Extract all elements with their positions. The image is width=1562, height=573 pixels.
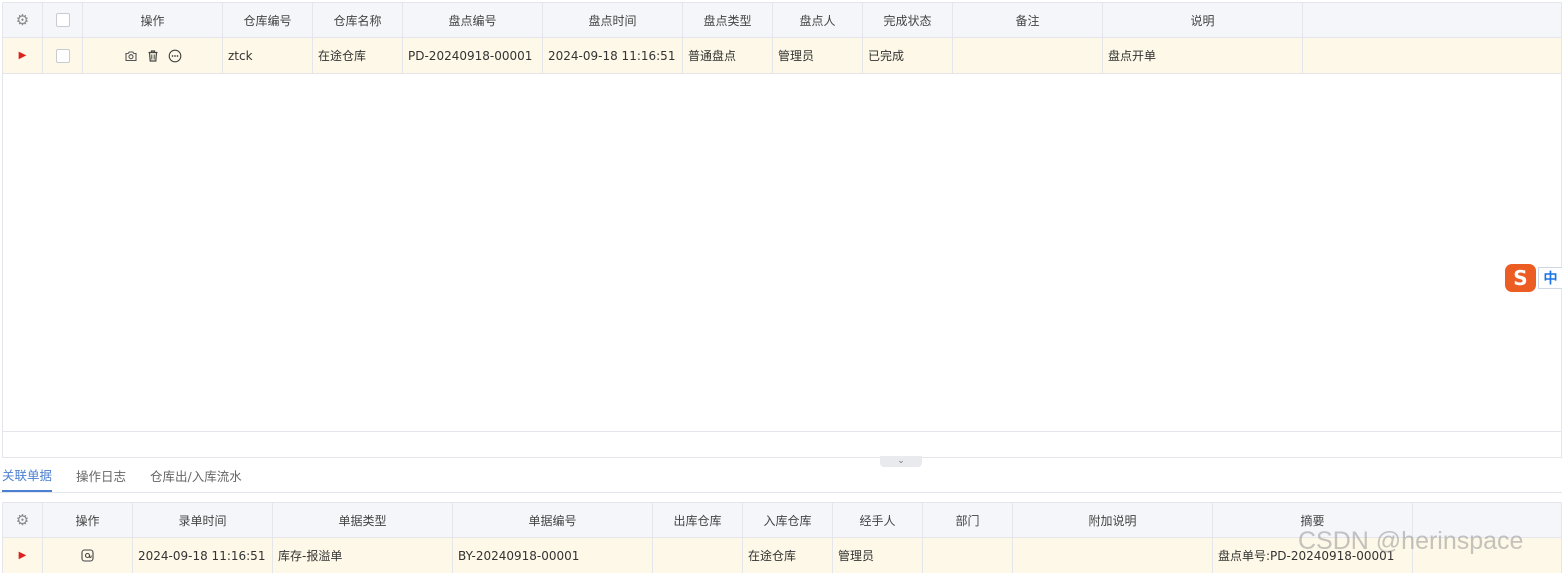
cell-count-time: 2024-09-18 11:16:51 xyxy=(543,38,683,73)
cell-count-type: 普通盘点 xyxy=(683,38,773,73)
related-column-settings-button[interactable]: ⚙ xyxy=(3,503,43,537)
cell-in-warehouse: 在途仓库 xyxy=(743,538,833,573)
detail-tabs: 关联单据 操作日志 仓库出/入库流水 xyxy=(0,459,1562,493)
tab-related-documents[interactable]: 关联单据 xyxy=(2,459,53,492)
col-header-filler xyxy=(1303,3,1561,37)
col-header-doc-type[interactable]: 单据类型 xyxy=(273,503,453,537)
link-document-icon[interactable] xyxy=(80,548,96,564)
cell-status: 已完成 xyxy=(863,38,953,73)
table-row[interactable]: ▶ ztck 在途仓库 PD-20240918-00001 2024-09-18… xyxy=(3,38,1561,74)
row-marker: ▶ xyxy=(3,38,43,73)
col-header-out-warehouse[interactable]: 出库仓库 xyxy=(653,503,743,537)
col-header-department[interactable]: 部门 xyxy=(923,503,1013,537)
col-header-warehouse-code[interactable]: 仓库编号 xyxy=(223,3,313,37)
more-icon[interactable] xyxy=(167,48,183,64)
tab-warehouse-flow[interactable]: 仓库出/入库流水 xyxy=(150,459,242,492)
cell-doc-type: 库存-报溢单 xyxy=(273,538,453,573)
count-grid-header: ⚙ 操作 仓库编号 仓库名称 盘点编号 盘点时间 盘点类型 盘点人 完成状态 备… xyxy=(3,3,1561,38)
select-all-cell xyxy=(43,3,83,37)
col-header-actions[interactable]: 操作 xyxy=(83,3,223,37)
col-header-actions[interactable]: 操作 xyxy=(43,503,133,537)
cell-warehouse-name: 在途仓库 xyxy=(313,38,403,73)
tab-operation-log[interactable]: 操作日志 xyxy=(76,459,126,492)
cell-remark xyxy=(953,38,1103,73)
col-header-count-no[interactable]: 盘点编号 xyxy=(403,3,543,37)
watermark: CSDN @herinspace xyxy=(1298,527,1524,555)
current-row-arrow-icon: ▶ xyxy=(18,550,27,561)
cell-handler: 管理员 xyxy=(833,538,923,573)
row-checkbox[interactable] xyxy=(55,48,70,63)
grid-footer xyxy=(2,431,1562,458)
cell-out-warehouse xyxy=(653,538,743,573)
current-row-arrow-icon: ▶ xyxy=(18,50,27,61)
ime-mode-indicator[interactable]: 中 xyxy=(1538,267,1562,289)
cell-count-no: PD-20240918-00001 xyxy=(403,38,543,73)
col-header-remark[interactable]: 备注 xyxy=(953,3,1103,37)
cell-doc-no: BY-20240918-00001 xyxy=(453,538,653,573)
col-header-count-type[interactable]: 盘点类型 xyxy=(683,3,773,37)
cell-counter: 管理员 xyxy=(773,38,863,73)
col-header-doc-no[interactable]: 单据编号 xyxy=(453,503,653,537)
column-settings-button[interactable]: ⚙ xyxy=(3,3,43,37)
col-header-status[interactable]: 完成状态 xyxy=(863,3,953,37)
cell-department xyxy=(923,538,1013,573)
cell-filler xyxy=(1303,38,1561,73)
col-header-description[interactable]: 说明 xyxy=(1103,3,1303,37)
gear-icon: ⚙ xyxy=(15,11,30,29)
col-header-in-warehouse[interactable]: 入库仓库 xyxy=(743,503,833,537)
camera-icon[interactable] xyxy=(123,48,139,64)
count-grid: ⚙ 操作 仓库编号 仓库名称 盘点编号 盘点时间 盘点类型 盘点人 完成状态 备… xyxy=(2,2,1562,432)
col-header-counter[interactable]: 盘点人 xyxy=(773,3,863,37)
cell-warehouse-code: ztck xyxy=(223,38,313,73)
col-header-count-time[interactable]: 盘点时间 xyxy=(543,3,683,37)
select-all-checkbox[interactable] xyxy=(55,13,70,27)
cell-record-time: 2024-09-18 11:16:51 xyxy=(133,538,273,573)
sogou-ime-logo[interactable]: S xyxy=(1505,264,1536,292)
col-header-warehouse-name[interactable]: 仓库名称 xyxy=(313,3,403,37)
gear-icon: ⚙ xyxy=(15,511,30,529)
row-actions xyxy=(43,538,133,573)
row-select-cell xyxy=(43,38,83,73)
col-header-note[interactable]: 附加说明 xyxy=(1013,503,1213,537)
row-marker: ▶ xyxy=(3,538,43,573)
cell-note xyxy=(1013,538,1213,573)
cell-description: 盘点开单 xyxy=(1103,38,1303,73)
col-header-handler[interactable]: 经手人 xyxy=(833,503,923,537)
trash-icon[interactable] xyxy=(145,48,161,64)
col-header-record-time[interactable]: 录单时间 xyxy=(133,503,273,537)
row-actions xyxy=(83,38,223,73)
ime-toolbar[interactable]: S 中 xyxy=(1505,264,1562,292)
